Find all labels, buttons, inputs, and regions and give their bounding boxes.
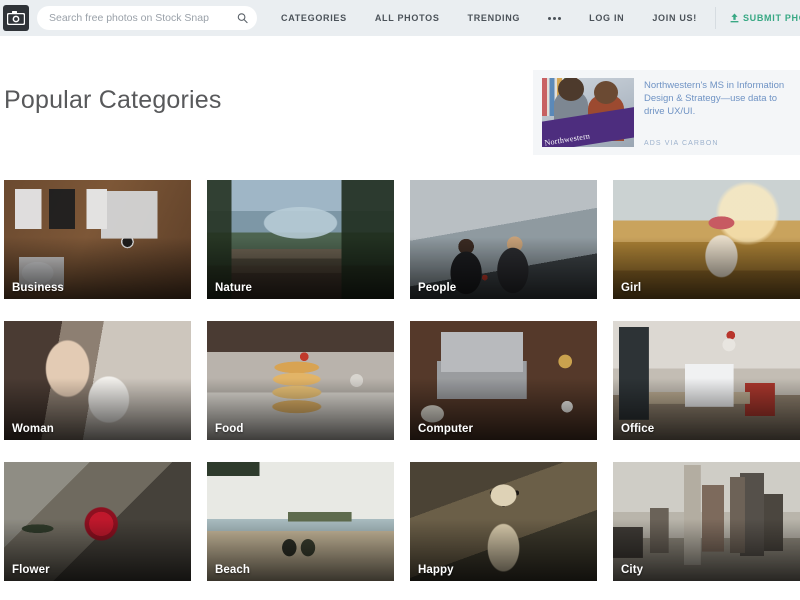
category-tile-office[interactable]: Office	[613, 321, 800, 440]
category-label: Computer	[418, 423, 474, 435]
page-title: Popular Categories	[4, 86, 222, 114]
category-tile-nature[interactable]: Nature	[207, 180, 394, 299]
upload-icon	[730, 13, 739, 23]
submit-photos-button[interactable]: SUBMIT PHOTOS	[720, 13, 800, 23]
category-tile-flower[interactable]: Flower	[4, 462, 191, 581]
ad-text-link[interactable]: Northwestern's MS in Information Design …	[644, 79, 790, 118]
search-input[interactable]	[37, 6, 257, 30]
ad-thumb-brand-label: Northwestern	[543, 131, 591, 147]
nav-item-trending[interactable]: TRENDING	[454, 0, 535, 36]
category-tile-people[interactable]: People	[410, 180, 597, 299]
search-box[interactable]	[37, 6, 257, 30]
dot	[553, 16, 557, 20]
category-label: Girl	[621, 282, 642, 294]
ad-body: Northwestern's MS in Information Design …	[644, 78, 790, 147]
category-label: Nature	[215, 282, 253, 294]
category-label: Woman	[12, 423, 54, 435]
category-tile-woman[interactable]: Woman	[4, 321, 191, 440]
dot	[558, 16, 562, 20]
category-label: Food	[215, 423, 244, 435]
ad-carbon-link[interactable]: ADS VIA CARBON	[644, 140, 790, 147]
category-tile-happy[interactable]: Happy	[410, 462, 597, 581]
site-header: CATEGORIES ALL PHOTOS TRENDING LOG IN JO…	[0, 0, 800, 36]
carbon-ad[interactable]: Northwestern Northwestern's MS in Inform…	[533, 70, 800, 155]
category-tile-business[interactable]: Business	[4, 180, 191, 299]
logo-camera-icon[interactable]	[3, 5, 29, 31]
category-tile-beach[interactable]: Beach	[207, 462, 394, 581]
dot	[548, 16, 552, 20]
ellipsis-icon[interactable]	[534, 16, 575, 20]
category-label: Business	[12, 282, 64, 294]
login-link[interactable]: LOG IN	[575, 0, 638, 36]
category-label: City	[621, 564, 644, 576]
category-label: Flower	[12, 564, 50, 576]
category-label: Beach	[215, 564, 251, 576]
nav-item-all-photos[interactable]: ALL PHOTOS	[361, 0, 454, 36]
main-nav: CATEGORIES ALL PHOTOS TRENDING	[267, 0, 575, 36]
category-grid: Business Nature People Girl Woman Food C…	[4, 180, 800, 581]
header-divider	[714, 7, 716, 29]
category-tile-food[interactable]: Food	[207, 321, 394, 440]
category-tile-city[interactable]: City	[613, 462, 800, 581]
category-tile-computer[interactable]: Computer	[410, 321, 597, 440]
camera-icon	[7, 11, 25, 25]
submit-photos-label: SUBMIT PHOTOS	[742, 13, 800, 23]
header-account-area: LOG IN JOIN US! SUBMIT PHOTOS	[575, 0, 800, 36]
join-us-link[interactable]: JOIN US!	[638, 0, 711, 36]
nav-item-categories[interactable]: CATEGORIES	[267, 0, 361, 36]
category-label: People	[418, 282, 457, 294]
category-tile-girl[interactable]: Girl	[613, 180, 800, 299]
ad-thumbnail[interactable]: Northwestern	[542, 78, 634, 147]
category-label: Office	[621, 423, 655, 435]
category-label: Happy	[418, 564, 454, 576]
